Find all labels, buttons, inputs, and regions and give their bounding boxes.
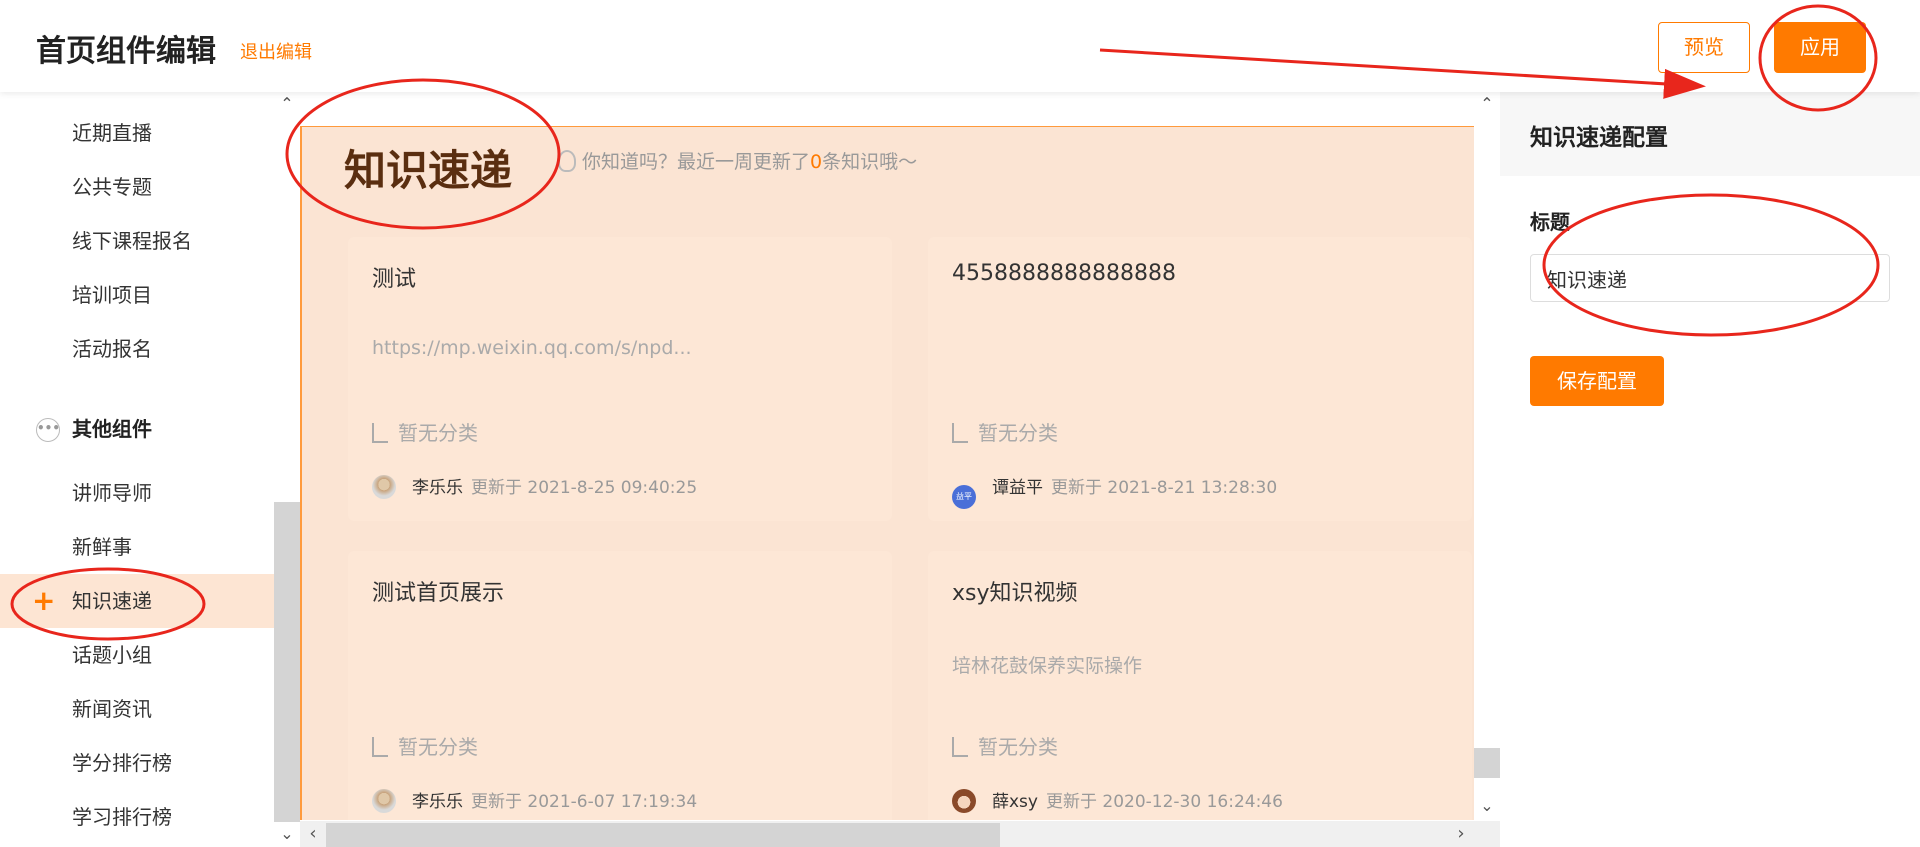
card-author: 李乐乐 [412, 792, 463, 812]
config-panel: 知识速递配置 标题 保存配置 [1500, 92, 1920, 847]
scroll-down-icon[interactable]: ⌄ [277, 824, 297, 844]
horizontal-scrollbar[interactable]: ‹ › [300, 821, 1500, 847]
config-title: 知识速递配置 [1530, 125, 1668, 151]
category-label: 暂无分类 [398, 421, 478, 445]
title-input[interactable] [1530, 254, 1890, 302]
title-field-label: 标题 [1530, 210, 1570, 234]
top-header: 首页组件编辑 退出编辑 预览 应用 [0, 0, 1920, 92]
card-author: 薛xsy [992, 792, 1038, 812]
category-icon [952, 737, 968, 757]
hint-count: 0 [810, 151, 823, 173]
card-updated: 更新于 2021-6-07 17:19:34 [471, 792, 698, 812]
sidebar-item-topic-groups[interactable]: 话题小组 [0, 628, 274, 682]
card-title: 测试首页展示 [372, 581, 505, 606]
sidebar-item-offline-courses[interactable]: 线下课程报名 [0, 214, 274, 268]
sidebar-item-label: 知识速递 [72, 589, 152, 613]
vertical-scrollbar-right[interactable]: ⌃ ⌄ [1474, 92, 1500, 820]
hint-suffix: 条知识哦～ [822, 151, 918, 173]
scroll-right-icon[interactable]: › [1450, 823, 1472, 845]
page-title: 首页组件编辑 [36, 34, 216, 69]
sidebar-item-event-signup[interactable]: 活动报名 [0, 322, 274, 376]
sidebar-group-other: ••• 其他组件 [36, 414, 152, 444]
more-dots-icon: ••• [36, 418, 60, 442]
avatar [372, 789, 396, 813]
sidebar-item-news-feed[interactable]: 新鲜事 [0, 520, 274, 574]
card-category: 暂无分类 [372, 731, 478, 760]
hint-prefix: 你知道吗？最近一周更新了 [582, 151, 811, 173]
update-hint: 你知道吗？最近一周更新了0条知识哦～ [558, 147, 917, 174]
scroll-up-icon[interactable]: ⌃ [1477, 94, 1497, 114]
category-icon [372, 737, 388, 757]
card-title: 4558888888888888 [952, 261, 1176, 286]
section-title: 知识速递 [344, 146, 513, 195]
sidebar-item-training-projects[interactable]: 培训项目 [0, 268, 274, 322]
vertical-scrollbar-left[interactable]: ⌃ ⌄ [274, 92, 300, 847]
sidebar-item-recent-live[interactable]: 近期直播 [0, 106, 274, 160]
sidebar-item-credit-ranking[interactable]: 学分排行榜 [0, 736, 274, 790]
scrollbar-thumb[interactable] [326, 823, 1000, 847]
card-meta: 李乐乐 更新于 2021-6-07 17:19:34 [372, 787, 697, 813]
scroll-up-icon[interactable]: ⌃ [277, 94, 297, 114]
knowledge-card[interactable]: 测试首页展示 暂无分类 李乐乐 更新于 2021-6-07 17:19:34 [348, 551, 892, 820]
card-updated: 更新于 2021-8-25 09:40:25 [471, 478, 698, 498]
knowledge-card[interactable]: xsy知识视频 培林花鼓保养实际操作 暂无分类 薛xsy 更新于 2020-12-… [928, 551, 1472, 820]
category-icon [952, 423, 968, 443]
sidebar-item-public-topics[interactable]: 公共专题 [0, 160, 274, 214]
knowledge-express-component[interactable]: 知识速递 你知道吗？最近一周更新了0条知识哦～ 测试 https://mp.we… [300, 126, 1474, 820]
category-label: 暂无分类 [398, 735, 478, 759]
sidebar-item-study-ranking[interactable]: 学习排行榜 [0, 790, 274, 844]
exit-edit-link[interactable]: 退出编辑 [240, 38, 312, 64]
knowledge-card[interactable]: 4558888888888888 暂无分类 益平 谭益平 更新于 2021-8-21… [928, 237, 1472, 521]
card-author: 李乐乐 [412, 478, 463, 498]
card-meta: 薛xsy 更新于 2020-12-30 16:24:46 [952, 787, 1283, 813]
scroll-down-icon[interactable]: ⌄ [1477, 796, 1497, 816]
knowledge-card[interactable]: 测试 https://mp.weixin.qq.com/s/npd... 暂无分… [348, 237, 892, 521]
sidebar-item-knowledge-express[interactable]: + 知识速递 [0, 574, 274, 628]
component-sidebar: 近期直播 公共专题 线下课程报名 培训项目 活动报名 ••• 其他组件 讲师导师… [0, 92, 274, 847]
category-label: 暂无分类 [978, 735, 1058, 759]
apply-button[interactable]: 应用 [1774, 22, 1866, 73]
card-meta: 李乐乐 更新于 2021-8-25 09:40:25 [372, 473, 697, 499]
config-header: 知识速递配置 [1500, 92, 1920, 176]
card-title: 测试 [372, 267, 417, 292]
scrollbar-thumb[interactable] [274, 502, 300, 822]
scroll-left-icon[interactable]: ‹ [302, 823, 324, 845]
card-meta: 益平 谭益平 更新于 2021-8-21 13:28:30 [952, 473, 1277, 509]
card-author: 谭益平 [992, 478, 1043, 498]
avatar: 益平 [952, 485, 976, 509]
preview-button[interactable]: 预览 [1658, 22, 1750, 73]
category-icon [372, 423, 388, 443]
plus-icon: + [32, 584, 56, 617]
sidebar-item-lecturers[interactable]: 讲师导师 [0, 466, 274, 520]
avatar [952, 789, 976, 813]
card-updated: 更新于 2020-12-30 16:24:46 [1045, 792, 1283, 812]
card-updated: 更新于 2021-8-21 13:28:30 [1051, 478, 1278, 498]
sidebar-item-news[interactable]: 新闻资讯 [0, 682, 274, 736]
save-config-button[interactable]: 保存配置 [1530, 356, 1664, 406]
category-label: 暂无分类 [978, 421, 1058, 445]
avatar [372, 475, 396, 499]
card-subtitle: 培林花鼓保养实际操作 [952, 655, 1143, 677]
scrollbar-thumb[interactable] [1474, 748, 1500, 778]
card-category: 暂无分类 [952, 731, 1058, 760]
card-category: 暂无分类 [372, 417, 478, 446]
lightbulb-icon [558, 150, 576, 172]
sidebar-group-label: 其他组件 [72, 417, 152, 441]
card-title: xsy知识视频 [952, 581, 1078, 606]
card-category: 暂无分类 [952, 417, 1058, 446]
card-subtitle: https://mp.weixin.qq.com/s/npd... [372, 337, 692, 359]
